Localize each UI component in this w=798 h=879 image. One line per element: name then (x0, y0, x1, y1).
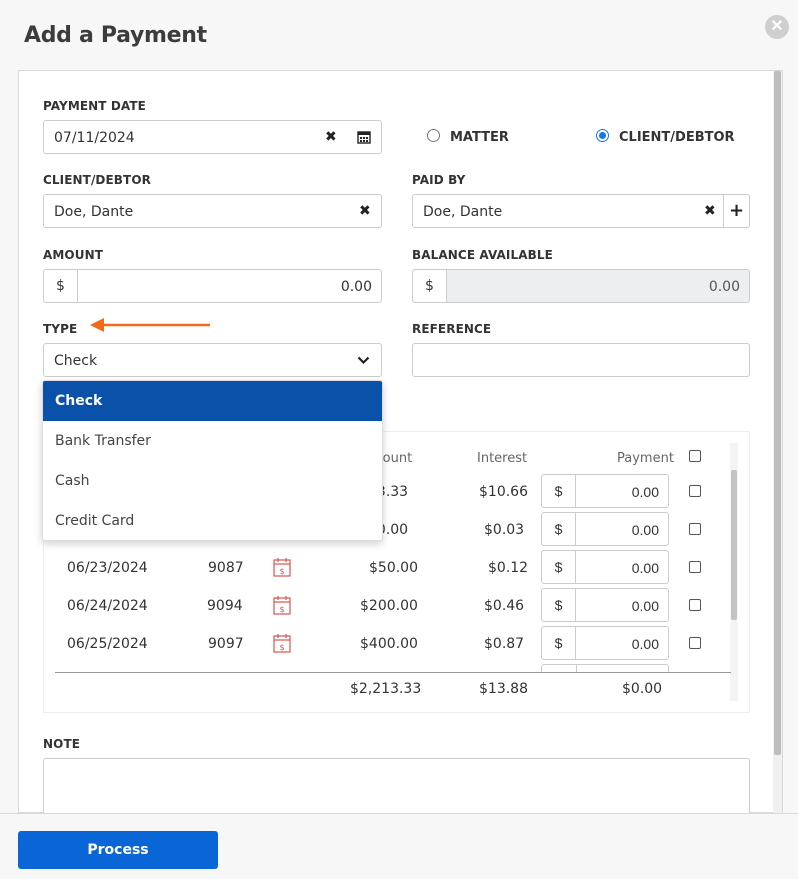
add-icon[interactable]: + (729, 200, 744, 221)
payment-column-header: Payment (617, 451, 674, 466)
dollar-icon: $ (44, 270, 78, 302)
client-debtor-radio[interactable] (596, 129, 609, 142)
row-checkbox[interactable] (689, 561, 701, 573)
dollar-icon: $ (542, 589, 576, 621)
panel-scrollbar-thumb[interactable] (774, 71, 781, 755)
row-payment-input[interactable]: $ 0.00 (541, 550, 669, 584)
dollar-icon: $ (413, 270, 447, 302)
row-amount: $400.00 (360, 636, 418, 652)
amount-input[interactable]: $ 0.00 (43, 269, 382, 303)
type-option-bank-transfer[interactable]: Bank Transfer (43, 421, 382, 461)
row-amount: $200.00 (360, 598, 418, 614)
clear-icon[interactable]: ✖ (359, 203, 371, 219)
reference-label: REFERENCE (412, 322, 492, 336)
note-label: NOTE (43, 737, 81, 751)
row-interest: $0.12 (488, 560, 529, 576)
dialog-title: Add a Payment (24, 23, 207, 48)
row-number[interactable]: 9097 (208, 636, 244, 652)
note-textarea[interactable] (43, 758, 750, 814)
balance-available-field: $ 0.00 (412, 269, 750, 303)
row-checkbox[interactable] (689, 637, 701, 649)
row-payment-value: 0.00 (631, 522, 659, 538)
type-option-credit-card[interactable]: Credit Card (43, 501, 382, 541)
total-payment: $0.00 (622, 681, 663, 697)
client-debtor-value: Doe, Dante (54, 204, 134, 220)
row-payment-input[interactable]: $ 0.00 (541, 588, 669, 622)
row-payment-input[interactable]: $ 0.00 (541, 474, 669, 508)
divider (723, 195, 724, 227)
clear-icon[interactable]: ✖ (704, 203, 716, 219)
client-debtor-label: CLIENT/DEBTOR (43, 173, 151, 187)
balance-available-label: BALANCE AVAILABLE (412, 248, 553, 262)
clear-icon[interactable]: ✖ (325, 129, 337, 145)
balance-available-value: 0.00 (708, 279, 740, 295)
row-payment-value: 0.00 (631, 560, 659, 576)
interest-column-header: Interest (477, 451, 528, 466)
client-debtor-input[interactable]: Doe, Dante ✖ (43, 194, 382, 228)
matter-radio-label: MATTER (450, 130, 509, 145)
process-button[interactable]: Process (18, 831, 218, 869)
total-interest: $13.88 (479, 681, 528, 697)
type-dropdown-menu: Check Bank Transfer Cash Credit Card (42, 380, 383, 541)
type-select-value: Check (54, 353, 98, 369)
row-payment-value: 0.00 (631, 484, 659, 500)
invoice-calendar-icon[interactable]: $ (273, 557, 291, 577)
row-interest: $10.66 (479, 484, 528, 500)
svg-text:$: $ (279, 605, 284, 614)
payment-date-label: PAYMENT DATE (43, 99, 146, 113)
type-option-cash[interactable]: Cash (43, 461, 382, 501)
dollar-icon: $ (542, 475, 576, 507)
dollar-icon: $ (542, 513, 576, 545)
divider (576, 665, 577, 672)
row-interest: $0.46 (484, 598, 525, 614)
row-amount: $50.00 (369, 560, 418, 576)
dollar-icon: $ (542, 551, 576, 583)
row-payment-value: 0.00 (631, 598, 659, 614)
table-scrollbar-thumb[interactable] (731, 470, 737, 620)
paid-by-input[interactable]: Doe, Dante ✖ + (412, 194, 750, 228)
close-icon[interactable]: ✕ (765, 15, 789, 39)
row-checkbox[interactable] (689, 523, 701, 535)
invoice-calendar-icon[interactable]: $ (273, 633, 291, 653)
row-interest: $0.03 (484, 522, 525, 538)
row-payment-input[interactable]: $ 0.00 (541, 512, 669, 546)
row-number[interactable]: 9087 (208, 560, 244, 576)
amount-label: AMOUNT (43, 248, 104, 262)
dollar-icon: $ (542, 627, 576, 659)
row-date: 06/24/2024 (67, 598, 148, 614)
payment-date-input[interactable]: 07/11/2024 ✖ (43, 120, 382, 154)
select-all-checkbox[interactable] (689, 450, 701, 462)
row-payment-value: 0.00 (631, 636, 659, 652)
invoice-calendar-icon[interactable]: $ (273, 595, 291, 615)
row-payment-input[interactable]: $ 0.00 (541, 626, 669, 660)
row-interest: $0.87 (484, 636, 525, 652)
totals-divider (55, 672, 731, 673)
svg-text:$: $ (279, 643, 284, 652)
calendar-icon[interactable] (357, 130, 371, 144)
type-option-check[interactable]: Check (43, 381, 382, 421)
client-debtor-radio-label: CLIENT/DEBTOR (619, 130, 735, 145)
row-date: 06/23/2024 (67, 560, 148, 576)
paid-by-label: PAID BY (412, 173, 466, 187)
row-date: 06/25/2024 (67, 636, 148, 652)
row-checkbox[interactable] (689, 485, 701, 497)
paid-by-value: Doe, Dante (423, 204, 503, 220)
annotation-arrow-icon (90, 318, 210, 332)
svg-text:$: $ (279, 567, 284, 576)
matter-radio[interactable] (427, 129, 440, 142)
type-label: TYPE (43, 322, 78, 336)
reference-input[interactable] (412, 343, 750, 377)
add-payment-dialog: Add a Payment ✕ PAYMENT DATE 07/11/2024 … (0, 0, 798, 879)
total-amount: $2,213.33 (350, 681, 422, 697)
row-number[interactable]: 9094 (207, 598, 243, 614)
row-payment-input[interactable] (541, 664, 669, 672)
payment-date-value: 07/11/2024 (54, 130, 135, 146)
row-checkbox[interactable] (689, 599, 701, 611)
type-select[interactable]: Check (43, 343, 382, 377)
amount-value: 0.00 (340, 279, 372, 295)
chevron-down-icon (357, 356, 370, 365)
